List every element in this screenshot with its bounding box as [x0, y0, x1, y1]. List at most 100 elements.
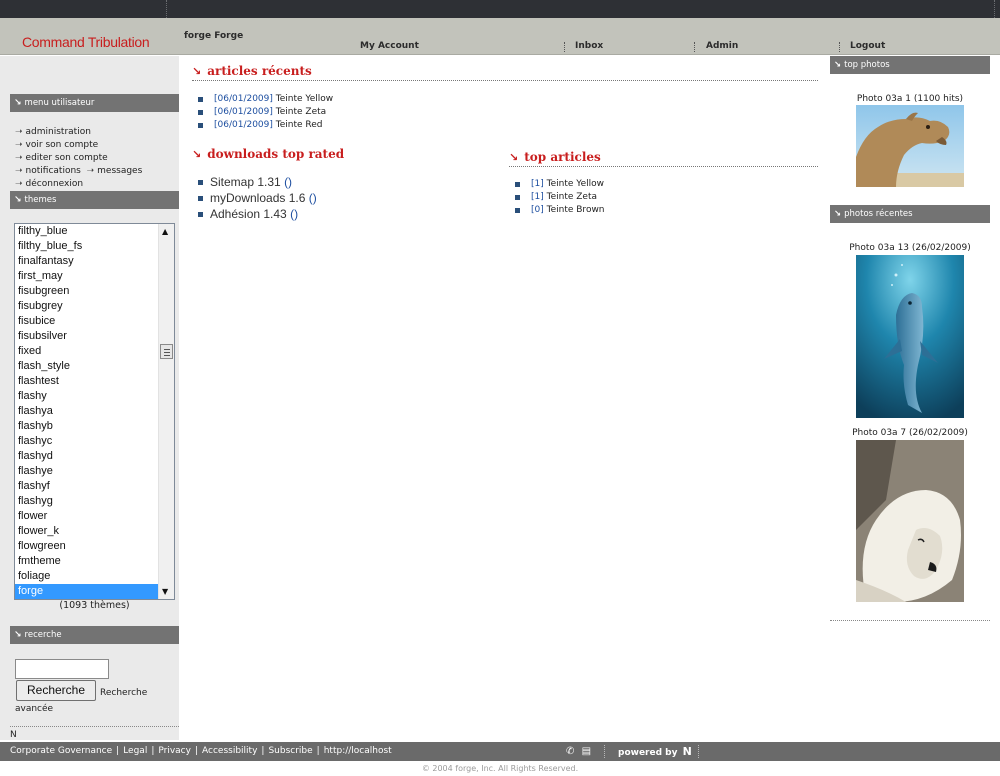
photo-polar-bear[interactable]: [856, 440, 964, 602]
link-administration[interactable]: administration: [26, 127, 91, 137]
article-name[interactable]: Teinte Red: [276, 120, 323, 130]
theme-option[interactable]: flowgreen: [15, 539, 159, 554]
search-input[interactable]: [15, 659, 109, 679]
theme-option[interactable]: flower: [15, 509, 159, 524]
theme-option[interactable]: fisubgreen: [15, 284, 159, 299]
theme-option[interactable]: filthy_blue_fs: [15, 239, 159, 254]
scroll-thumb[interactable]: [160, 344, 173, 359]
link-edit-account[interactable]: editer son compte: [26, 153, 108, 163]
arrow-icon: ↘: [192, 148, 202, 161]
footer-link[interactable]: http://localhost: [324, 746, 392, 756]
theme-option[interactable]: flashyb: [15, 419, 159, 434]
scroll-down-icon[interactable]: ▼: [162, 587, 168, 596]
top-articles-title-text: top articles: [524, 150, 601, 164]
article-name[interactable]: Teinte Yellow: [276, 94, 333, 104]
phone-icon[interactable]: ✆: [566, 746, 574, 757]
bullet-icon: [198, 97, 203, 102]
theme-option[interactable]: flashy: [15, 389, 159, 404]
footer-divider: [698, 745, 699, 758]
footer-link[interactable]: Accessibility: [202, 746, 257, 756]
download-name[interactable]: Adhésion 1.43: [210, 207, 287, 221]
link-view-account[interactable]: voir son compte: [26, 140, 99, 150]
bullet-icon: [515, 208, 520, 213]
top-photos-title: top photos: [844, 60, 890, 70]
theme-option[interactable]: flashyc: [15, 434, 159, 449]
theme-option[interactable]: flashyf: [15, 479, 159, 494]
list-item[interactable]: [06/01/2009] Teinte Red: [198, 119, 333, 132]
article-name[interactable]: Teinte Yellow: [547, 179, 604, 189]
photo-caption[interactable]: Photo 03a 13 (26/02/2009): [830, 243, 990, 253]
theme-option[interactable]: finalfantasy: [15, 254, 159, 269]
list-item[interactable]: myDownloads 1.6 (): [198, 190, 317, 206]
footer-link[interactable]: Subscribe: [268, 746, 312, 756]
arrow-icon: ➝: [15, 153, 23, 163]
theme-option[interactable]: fisubgrey: [15, 299, 159, 314]
photo-camel[interactable]: [856, 105, 964, 187]
download-name[interactable]: myDownloads 1.6: [210, 191, 305, 205]
theme-option[interactable]: flashya: [15, 404, 159, 419]
theme-option[interactable]: flashyg: [15, 494, 159, 509]
download-rating-link[interactable]: (): [290, 207, 298, 221]
article-name[interactable]: Teinte Zeta: [276, 107, 326, 117]
print-icon[interactable]: ▤: [582, 746, 591, 757]
user-menu: ➝ administration ➝ voir son compte ➝ editer…: [15, 126, 175, 191]
theme-scrollbar[interactable]: ▲ ▼: [158, 224, 174, 599]
brand-logo[interactable]: Command Tribulation: [22, 34, 150, 50]
scroll-up-icon[interactable]: ▲: [162, 227, 168, 236]
list-item[interactable]: Adhésion 1.43 (): [198, 206, 317, 222]
footer-link-separator: |: [261, 746, 265, 756]
recent-photos-title: photos récentes: [844, 209, 913, 219]
theme-option[interactable]: fmtheme: [15, 554, 159, 569]
theme-option[interactable]: fisubsilver: [15, 329, 159, 344]
n-logo-icon[interactable]: N: [683, 745, 692, 758]
footer-link[interactable]: Privacy: [158, 746, 191, 756]
search-button[interactable]: Recherche: [16, 680, 96, 701]
link-logout[interactable]: déconnexion: [26, 179, 84, 189]
arrow-icon: ➝: [15, 179, 23, 189]
nav-my-account[interactable]: My Account: [360, 41, 419, 51]
list-item[interactable]: [1] Teinte Yellow: [515, 178, 605, 191]
theme-option[interactable]: filthy_blue: [15, 224, 159, 239]
download-rating-link[interactable]: (): [309, 191, 317, 205]
photo-caption[interactable]: Photo 03a 1 (1100 hits): [830, 94, 990, 104]
list-item[interactable]: [0] Teinte Brown: [515, 204, 605, 217]
article-date[interactable]: [06/01/2009]: [214, 107, 273, 117]
theme-option[interactable]: flashyd: [15, 449, 159, 464]
download-rating-link[interactable]: (): [284, 175, 292, 189]
download-name[interactable]: Sitemap 1.31: [210, 175, 281, 189]
theme-option[interactable]: forge: [15, 584, 159, 599]
theme-option[interactable]: flower_k: [15, 524, 159, 539]
theme-listbox[interactable]: filthy_blue filthy_blue_fs finalfantasy fir…: [14, 223, 175, 600]
theme-option[interactable]: foliage: [15, 569, 159, 584]
footer-link[interactable]: Legal: [123, 746, 147, 756]
nav-admin[interactable]: Admin: [706, 41, 738, 51]
list-item[interactable]: [1] Teinte Zeta: [515, 191, 605, 204]
themes-header: ↘ themes: [10, 191, 179, 209]
nav-inbox[interactable]: Inbox: [575, 41, 603, 51]
theme-option[interactable]: flashye: [15, 464, 159, 479]
theme-option[interactable]: fixed: [15, 344, 159, 359]
article-name[interactable]: Teinte Zeta: [547, 192, 597, 202]
theme-option[interactable]: first_may: [15, 269, 159, 284]
list-item[interactable]: [06/01/2009] Teinte Yellow: [198, 93, 333, 106]
footer-link[interactable]: Corporate Governance: [10, 746, 112, 756]
nav-logout[interactable]: Logout: [850, 41, 885, 51]
link-notifications[interactable]: notifications: [26, 166, 81, 176]
theme-option[interactable]: flash_style: [15, 359, 159, 374]
photo-caption[interactable]: Photo 03a 7 (26/02/2009): [830, 428, 990, 438]
article-date[interactable]: [06/01/2009]: [214, 94, 273, 104]
theme-option[interactable]: flashtest: [15, 374, 159, 389]
footer-link-separator: |: [151, 746, 155, 756]
arrow-icon: ↘: [14, 630, 22, 640]
theme-option[interactable]: fisubice: [15, 314, 159, 329]
bullet-icon: [198, 212, 203, 217]
arrow-icon: ↘: [834, 60, 842, 70]
list-item[interactable]: Sitemap 1.31 (): [198, 174, 317, 190]
photo-dolphin[interactable]: [856, 255, 964, 418]
top-bar-divider: [994, 0, 995, 18]
link-messages[interactable]: messages: [97, 166, 142, 176]
list-item[interactable]: [06/01/2009] Teinte Zeta: [198, 106, 333, 119]
arrow-icon: ➝: [86, 166, 95, 176]
article-date[interactable]: [06/01/2009]: [214, 120, 273, 130]
article-name[interactable]: Teinte Brown: [547, 205, 605, 215]
